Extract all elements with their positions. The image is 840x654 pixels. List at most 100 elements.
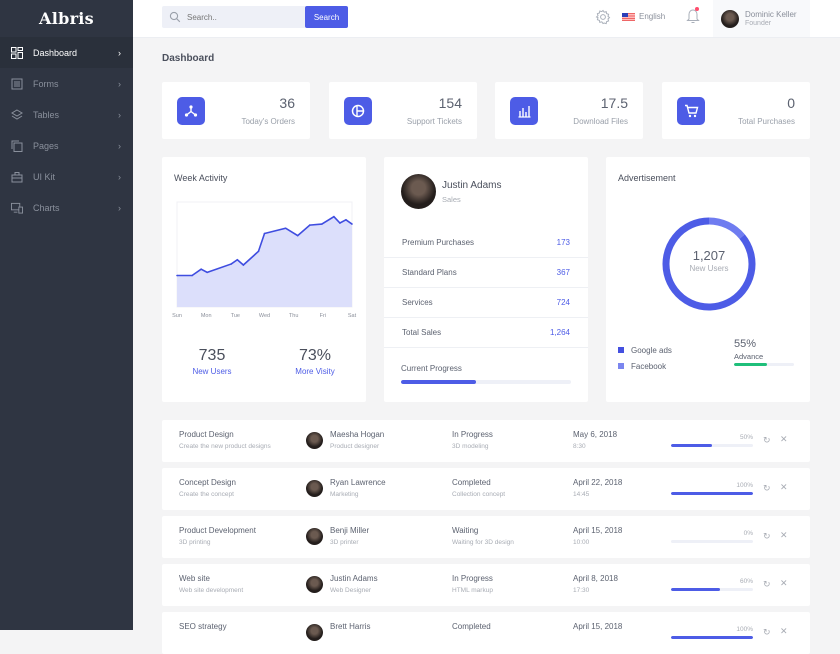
sidebar-item-pages[interactable]: Pages › (0, 130, 133, 161)
assignee-avatar (306, 624, 323, 641)
task-desc: Web site development (179, 587, 244, 594)
task-row[interactable]: SEO strategy Brett Harris Completed Apri… (162, 612, 810, 654)
refresh-icon[interactable]: ↻ (763, 483, 771, 494)
us-flag-icon[interactable] (622, 13, 635, 21)
profile-role: Sales (442, 195, 461, 204)
assignee-name: Maesha Hogan (330, 430, 385, 439)
task-status: Waiting (452, 526, 479, 535)
assignee-avatar (306, 480, 323, 497)
chevron-right-icon: › (118, 202, 121, 213)
row-label: Premium Purchases (402, 237, 475, 247)
search-box (162, 6, 306, 28)
legend-swatch (618, 347, 624, 353)
task-row[interactable]: Web site Web site development Justin Adam… (162, 564, 810, 606)
profile-card: Justin Adams Sales Premium Purchases 173… (384, 157, 588, 402)
monitor-chart-icon (11, 202, 23, 214)
legend-label: Google ads (631, 345, 672, 355)
task-time: 14:45 (573, 491, 590, 498)
sidebar-item-label: Pages (33, 140, 59, 151)
close-icon[interactable]: ✕ (780, 530, 788, 541)
row-label: Standard Plans (402, 268, 457, 277)
sidebar-item-forms[interactable]: Forms › (0, 68, 133, 99)
task-row[interactable]: Product Development 3D printing Benji Mil… (162, 516, 810, 558)
stat-card[interactable]: 17.5 Download Files (495, 82, 643, 139)
profile-stat-row: Services 724 (384, 287, 588, 317)
data-point (351, 223, 353, 225)
data-point (296, 234, 299, 237)
week-activity-chart: Sun Mon Tue Wed Thu Fri Sat (172, 201, 357, 319)
pages-copy-icon (11, 140, 23, 152)
card-title: Week Activity (174, 173, 228, 183)
pie-icon (344, 97, 372, 125)
legend-item: Google ads (618, 342, 672, 358)
week-activity-card: Week Activity Sun Mon Tue Wed Thu Fri Sat 735 … (162, 157, 366, 402)
sidebar-item-label: Forms (33, 78, 59, 89)
language-select[interactable]: English (639, 12, 665, 21)
x-tick-label: Sat (348, 313, 357, 319)
row-value[interactable]: 367 (557, 268, 570, 277)
user-role: Founder (745, 20, 772, 27)
data-point (345, 219, 347, 221)
refresh-icon[interactable]: ↻ (763, 627, 771, 638)
task-status-desc: HTML markup (452, 587, 493, 594)
task-time: 17:30 (573, 587, 590, 594)
data-point (333, 215, 335, 218)
current-progress-bar (401, 380, 571, 384)
sidebar-item-charts[interactable]: Charts › (0, 192, 133, 223)
data-point (242, 264, 245, 266)
row-value[interactable]: 173 (557, 238, 570, 247)
stat-label: Download Files (573, 117, 628, 126)
data-point (339, 222, 341, 224)
refresh-icon[interactable]: ↻ (763, 579, 771, 590)
task-status-desc: 3D modeling (452, 443, 489, 450)
assignee-name: Benji Miller (330, 526, 370, 535)
refresh-icon[interactable]: ↻ (763, 531, 771, 542)
task-row[interactable]: Concept Design Create the concept Ryan La… (162, 468, 810, 510)
stat-value: 154 (438, 95, 462, 111)
stat-card[interactable]: 0 Total Purchases (662, 82, 810, 139)
sidebar: Albris Dashboard › Forms › Tables › Page… (0, 0, 133, 630)
data-point (200, 268, 202, 270)
search-icon (169, 11, 181, 23)
x-tick-label: Tue (231, 313, 240, 319)
task-time: 8:30 (573, 443, 586, 450)
new-users-link[interactable]: New Users (180, 367, 244, 376)
visity-link[interactable]: More Visity (282, 367, 348, 376)
assignee-name: Ryan Lawrence (330, 478, 386, 487)
task-date: April 8, 2018 (573, 574, 618, 583)
task-date: May 6, 2018 (573, 430, 618, 439)
logo[interactable]: Albris (0, 0, 133, 37)
task-desc: Create the concept (179, 491, 234, 498)
donut-value: 1,207 (692, 248, 726, 263)
sidebar-item-label: Dashboard (33, 47, 78, 58)
close-icon[interactable]: ✕ (780, 434, 788, 445)
task-title: Web site (179, 574, 210, 583)
close-icon[interactable]: ✕ (780, 626, 788, 637)
user-menu[interactable]: Dominic Keller Founder (713, 0, 810, 37)
data-point (236, 258, 239, 261)
sidebar-item-dashboard[interactable]: Dashboard › (0, 37, 133, 68)
data-point (284, 227, 287, 230)
task-row[interactable]: Product Design Create the new product des… (162, 420, 810, 462)
assignee-role: 3D printer (330, 539, 359, 546)
refresh-icon[interactable]: ↻ (763, 435, 771, 446)
sidebar-item-label: UI Kit (33, 171, 56, 182)
close-icon[interactable]: ✕ (780, 578, 788, 589)
task-date: April 15, 2018 (573, 526, 623, 535)
task-desc: 3D printing (179, 539, 211, 546)
stat-card[interactable]: 154 Support Tickets (329, 82, 477, 139)
gear-icon[interactable] (595, 9, 611, 25)
search-input[interactable] (187, 12, 297, 22)
sidebar-item-ui-kit[interactable]: UI Kit › (0, 161, 133, 192)
row-value[interactable]: 724 (557, 298, 570, 307)
row-value[interactable]: 1,264 (550, 328, 570, 337)
task-progress-bar (671, 444, 753, 447)
stat-card[interactable]: 36 Today's Orders (162, 82, 310, 139)
data-point (230, 263, 233, 265)
search-button[interactable]: Search (305, 6, 348, 28)
assignee-avatar (306, 432, 323, 449)
close-icon[interactable]: ✕ (780, 482, 788, 493)
advance-value: 55% (734, 338, 757, 350)
assignee-avatar (306, 528, 323, 545)
sidebar-item-tables[interactable]: Tables › (0, 99, 133, 130)
